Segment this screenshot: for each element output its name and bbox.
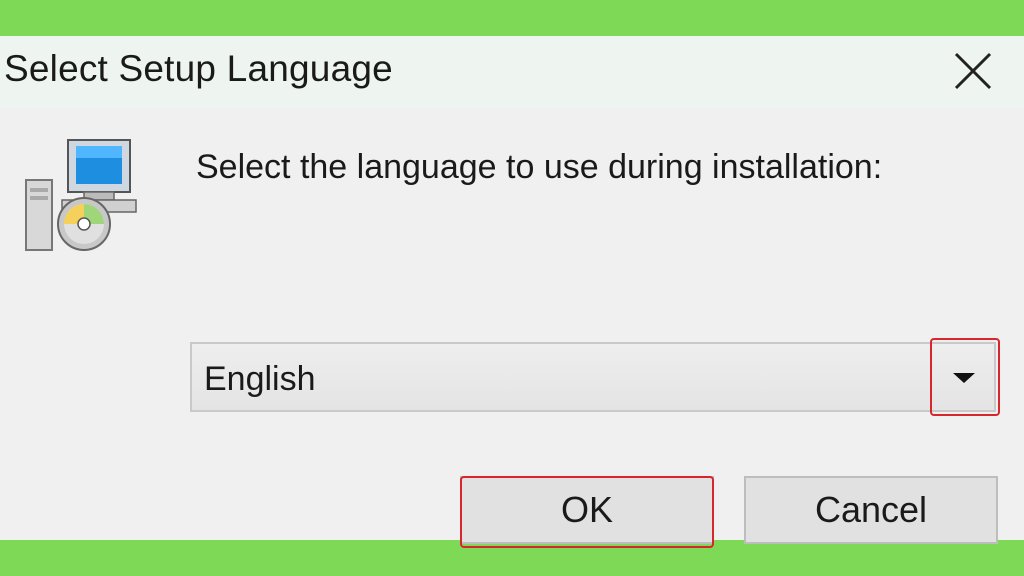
cancel-button[interactable]: Cancel <box>744 476 998 544</box>
setup-language-dialog: Select Setup Language Select the languag… <box>0 36 1024 548</box>
language-select[interactable]: English <box>190 342 996 412</box>
setup-installer-icon <box>25 139 137 251</box>
language-select-value: English <box>204 360 316 398</box>
dialog-content: Select the language to use during instal… <box>0 108 1024 548</box>
close-button[interactable] <box>946 48 998 96</box>
dropdown-arrow-button[interactable] <box>928 344 994 410</box>
language-prompt: Select the language to use during instal… <box>196 148 883 186</box>
window-title: Select Setup Language <box>4 48 393 89</box>
close-icon <box>954 52 992 90</box>
dropdown-arrow-icon <box>953 373 975 383</box>
ok-button[interactable]: OK <box>460 476 714 544</box>
title-bar: Select Setup Language <box>0 36 1024 108</box>
